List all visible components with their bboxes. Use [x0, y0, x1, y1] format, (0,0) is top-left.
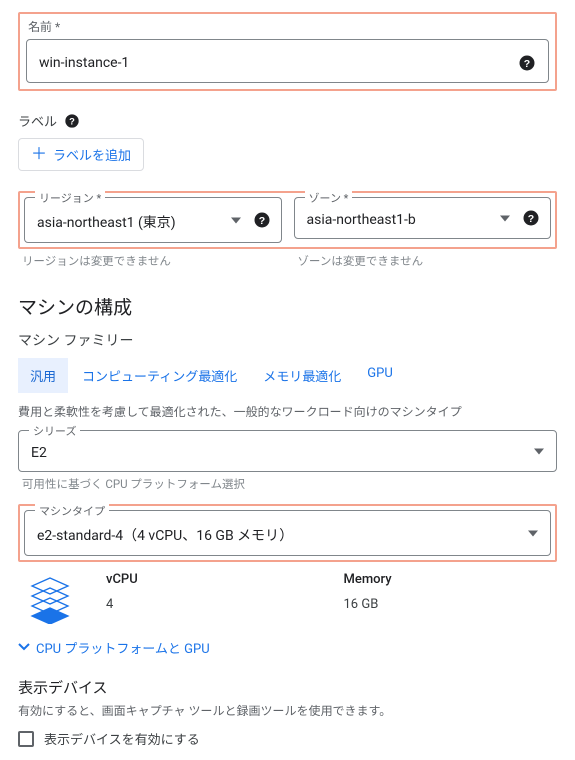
checkbox-icon: [18, 731, 34, 747]
svg-text:?: ?: [69, 116, 75, 126]
machine-family-label: マシン ファミリー: [18, 330, 557, 350]
stack-icon: [22, 572, 78, 624]
name-label: 名前 *: [28, 18, 547, 35]
memory-value: 16 GB: [344, 597, 554, 612]
series-label: シリーズ: [29, 423, 80, 439]
cpu-gpu-expand[interactable]: CPU プラットフォームと GPU: [18, 638, 210, 657]
series-value: E2: [31, 445, 47, 461]
chevron-down-icon: [231, 213, 241, 228]
region-zone-highlight: リージョン * asia-northeast1 (東京) ? ゾーン * asi…: [18, 191, 557, 249]
plus-icon: ＋: [31, 147, 47, 163]
help-icon[interactable]: ?: [522, 209, 540, 227]
display-device-checkbox[interactable]: 表示デバイスを有効にする: [18, 729, 557, 748]
display-device-checkbox-label: 表示デバイスを有効にする: [44, 729, 200, 748]
name-input[interactable]: win-instance-1 ?: [26, 39, 549, 83]
chevron-down-icon: [500, 211, 510, 226]
chevron-down-icon: [528, 526, 538, 541]
help-icon[interactable]: ?: [63, 112, 81, 130]
machine-family-description: 費用と柔軟性を考慮して最適化された、一般的なワークロード向けのマシンタイプ: [18, 403, 557, 420]
vcpu-value: 4: [106, 597, 316, 612]
zone-value: asia-northeast1-b: [307, 212, 416, 228]
chevron-down-icon: [534, 444, 544, 459]
series-select[interactable]: シリーズ E2: [18, 430, 557, 472]
labels-section: ラベル ? ＋ ラベルを追加: [18, 111, 557, 171]
chevron-down-icon: [18, 640, 30, 655]
add-label-button[interactable]: ＋ ラベルを追加: [18, 138, 144, 171]
machine-family-tabs: 汎用 コンピューティング最適化 メモリ最適化 GPU: [18, 358, 557, 393]
machine-type-value: e2-standard-4（4 vCPU、16 GB メモリ）: [37, 528, 293, 544]
name-input-value: win-instance-1: [39, 55, 518, 71]
tab-general[interactable]: 汎用: [18, 358, 68, 393]
machine-type-select[interactable]: マシンタイプ e2-standard-4（4 vCPU、16 GB メモリ）: [24, 510, 551, 556]
svg-text:?: ?: [258, 215, 264, 227]
zone-hint: ゾーンは変更できません: [294, 253, 558, 269]
help-icon[interactable]: ?: [518, 54, 536, 72]
zone-label: ゾーン *: [305, 190, 353, 206]
add-label-text: ラベルを追加: [53, 145, 131, 164]
display-device-description: 有効にすると、画面キャプチャ ツールと録画ツールを使用できます。: [18, 702, 557, 719]
series-hint: 可用性に基づく CPU プラットフォーム選択: [18, 476, 557, 492]
name-section-highlight: 名前 * win-instance-1 ?: [18, 12, 557, 91]
labels-label: ラベル: [18, 111, 57, 130]
svg-text:?: ?: [528, 213, 534, 225]
cpu-gpu-expand-label: CPU プラットフォームと GPU: [36, 638, 210, 657]
region-hint: リージョンは変更できません: [18, 253, 282, 269]
region-value: asia-northeast1 (東京): [37, 215, 176, 231]
machine-spec-row: vCPU 4 Memory 16 GB: [18, 562, 557, 634]
region-label: リージョン *: [35, 190, 105, 206]
machine-config-title: マシンの構成: [18, 293, 557, 320]
help-icon[interactable]: ?: [253, 211, 271, 229]
svg-text:?: ?: [524, 58, 530, 70]
display-device-title: 表示デバイス: [18, 677, 557, 698]
vcpu-label: vCPU: [106, 572, 316, 587]
tab-compute[interactable]: コンピューティング最適化: [70, 358, 249, 393]
tab-memory[interactable]: メモリ最適化: [251, 358, 353, 393]
machine-type-highlight: マシンタイプ e2-standard-4（4 vCPU、16 GB メモリ）: [18, 504, 557, 562]
machine-type-label: マシンタイプ: [35, 503, 109, 519]
zone-select[interactable]: ゾーン * asia-northeast1-b ?: [294, 197, 552, 239]
tab-gpu[interactable]: GPU: [355, 358, 405, 393]
memory-label: Memory: [344, 572, 554, 587]
region-select[interactable]: リージョン * asia-northeast1 (東京) ?: [24, 197, 282, 243]
